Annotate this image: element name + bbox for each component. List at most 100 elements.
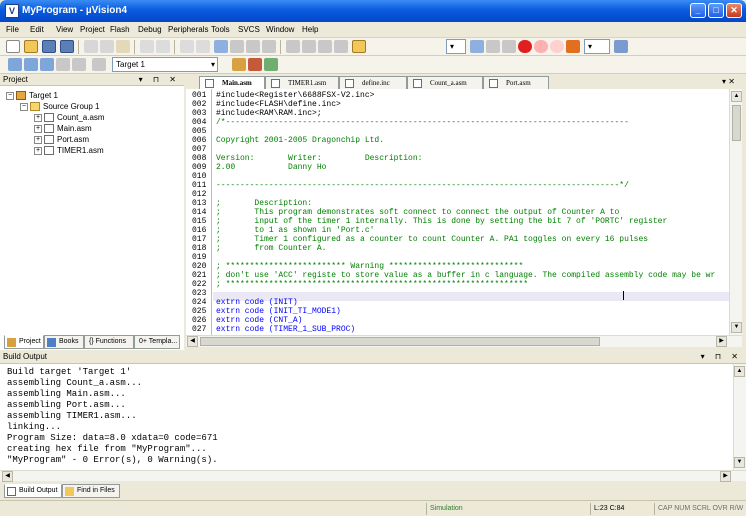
target-options-icon[interactable]	[232, 58, 246, 71]
tab-port-asm[interactable]: Port.asm	[483, 76, 549, 89]
tree-item-file[interactable]: + TIMER1.asm	[34, 145, 104, 157]
build-output-text[interactable]: Build target 'Target 1' assembling Count…	[0, 364, 733, 470]
menu-view[interactable]: View	[56, 24, 73, 36]
scroll-thumb[interactable]	[200, 337, 600, 346]
scroll-left-icon[interactable]: ◀	[187, 336, 198, 347]
prev-bookmark-icon[interactable]	[230, 40, 244, 53]
build-output-title: Build Output	[3, 352, 48, 361]
tab-templates[interactable]: 0+ Templa...	[134, 335, 180, 349]
save-icon[interactable]	[42, 40, 56, 53]
build-output-horizontal-scrollbar[interactable]: ◀ ▶	[0, 470, 746, 482]
batch-build-icon[interactable]	[56, 58, 70, 71]
editor-tabs: Main.asm TIMER1.asm define.inc Count_a.a…	[195, 75, 738, 90]
tab-define-inc[interactable]: define.inc	[339, 76, 407, 89]
line-number: 015	[192, 217, 207, 226]
redo-icon[interactable]	[156, 40, 170, 53]
scroll-right-icon[interactable]: ▶	[720, 471, 731, 482]
collapse-icon[interactable]: −	[20, 102, 28, 111]
manage-components-icon[interactable]	[248, 58, 262, 71]
expand-icon[interactable]: +	[34, 135, 42, 144]
expand-icon[interactable]: +	[34, 124, 42, 133]
comment-icon[interactable]	[318, 40, 332, 53]
menu-window[interactable]: Window	[266, 24, 294, 36]
target-select[interactable]: Target 1 ▾	[112, 57, 218, 72]
breakpoint-settings-icon[interactable]	[566, 40, 580, 53]
translate-icon[interactable]	[8, 58, 22, 71]
tab-count-a-asm[interactable]: Count_a.asm	[407, 76, 483, 89]
project-panel-title: Project	[3, 75, 28, 84]
status-divider	[590, 503, 591, 515]
scroll-down-icon[interactable]: ▼	[734, 457, 745, 468]
asm-file-icon	[44, 146, 54, 156]
disable-breakpoint-icon[interactable]	[534, 40, 548, 53]
undo-icon[interactable]	[140, 40, 154, 53]
expand-icon[interactable]: +	[34, 146, 42, 155]
maximize-button[interactable]: □	[708, 3, 724, 18]
menu-project[interactable]: Project	[80, 24, 105, 36]
tab-find-in-files[interactable]: Find in Files	[62, 484, 120, 498]
build-output-line: linking...	[7, 422, 62, 432]
scroll-up-icon[interactable]: ▲	[731, 91, 742, 102]
uncomment-icon[interactable]	[334, 40, 348, 53]
scroll-left-icon[interactable]: ◀	[2, 471, 13, 482]
navigate-back-icon[interactable]	[180, 40, 194, 53]
tab-main-asm[interactable]: Main.asm	[199, 76, 265, 90]
minimize-button[interactable]: _	[690, 3, 706, 18]
menu-flash[interactable]: Flash	[110, 24, 130, 36]
tab-functions[interactable]: {} Functions	[84, 335, 134, 349]
kill-breakpoints-icon[interactable]	[550, 40, 564, 53]
stop-build-icon[interactable]	[72, 58, 86, 71]
bookmark-icon[interactable]	[214, 40, 228, 53]
tab-books[interactable]: Books	[44, 335, 84, 349]
build-output-controls[interactable]: ▾ ⊓ ✕	[701, 351, 742, 363]
tab-project[interactable]: Project	[4, 335, 44, 349]
configure-icon[interactable]	[614, 40, 628, 53]
copy-icon[interactable]	[100, 40, 114, 53]
collapse-icon[interactable]: −	[6, 91, 14, 100]
editor-vertical-scrollbar[interactable]: ▲ ▼	[729, 89, 742, 335]
unindent-icon[interactable]	[302, 40, 316, 53]
menu-svcs[interactable]: SVCS	[238, 24, 260, 36]
menu-file[interactable]: File	[6, 24, 19, 36]
save-all-icon[interactable]	[60, 40, 74, 53]
find-in-files-icon[interactable]	[352, 40, 366, 53]
scroll-down-icon[interactable]: ▼	[731, 322, 742, 333]
editor-horizontal-scrollbar[interactable]: ◀ ▶	[186, 335, 742, 347]
close-button[interactable]: ✕	[726, 3, 742, 18]
build-output-vertical-scrollbar[interactable]: ▲ ▼	[733, 364, 746, 470]
indent-icon[interactable]	[286, 40, 300, 53]
menu-tools[interactable]: Tools	[211, 24, 230, 36]
code-editor[interactable]: 001 #include<Register\6688FSX-V2.inc> 002 #…	[186, 89, 729, 335]
scroll-thumb[interactable]	[732, 105, 741, 141]
new-file-icon[interactable]	[6, 40, 20, 53]
menu-debug[interactable]: Debug	[138, 24, 162, 36]
folder-icon	[30, 102, 40, 112]
select-packet-icon[interactable]	[264, 58, 278, 71]
next-bookmark-icon[interactable]	[246, 40, 260, 53]
tab-build-output[interactable]: Build Output	[4, 484, 62, 498]
project-panel-controls[interactable]: ▾ ⊓ ✕	[139, 74, 180, 86]
tab-timer1-asm[interactable]: TIMER1.asm	[265, 76, 339, 89]
scroll-right-icon[interactable]: ▶	[716, 336, 727, 347]
open-folder-icon[interactable]	[24, 40, 38, 53]
menu-help[interactable]: Help	[302, 24, 318, 36]
cut-icon[interactable]	[84, 40, 98, 53]
find-combo[interactable]: ▾	[446, 39, 466, 54]
scroll-up-icon[interactable]: ▲	[734, 366, 745, 377]
window-layout-combo[interactable]: ▾	[584, 39, 610, 54]
paste-icon[interactable]	[116, 40, 130, 53]
build-icon[interactable]	[24, 58, 38, 71]
menu-peripherals[interactable]: Peripherals	[168, 24, 208, 36]
menu-edit[interactable]: Edit	[30, 24, 44, 36]
editor-tab-controls[interactable]: ▾ ✕	[722, 76, 742, 88]
project-tabs: Project Books {} Functions 0+ Templa...	[4, 335, 182, 349]
navigate-forward-icon[interactable]	[196, 40, 210, 53]
breakpoint-icon[interactable]	[518, 40, 532, 53]
clear-bookmarks-icon[interactable]	[262, 40, 276, 53]
incremental-find-icon[interactable]	[486, 40, 500, 53]
download-icon[interactable]	[92, 58, 106, 71]
expand-icon[interactable]: +	[34, 113, 42, 122]
find-icon[interactable]	[470, 40, 484, 53]
zoom-icon[interactable]	[502, 40, 516, 53]
rebuild-icon[interactable]	[40, 58, 54, 71]
